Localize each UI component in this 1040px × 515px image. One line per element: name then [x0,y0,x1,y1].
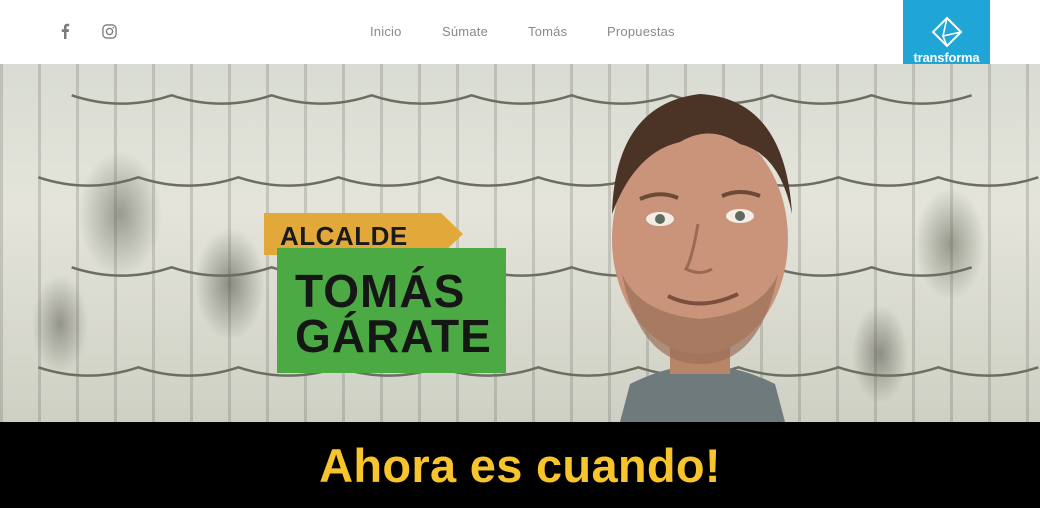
facebook-link[interactable] [57,23,73,39]
nav-propuestas[interactable]: Propuestas [607,24,675,39]
hero-image: ALCALDE TOMÁS GÁRATE [0,64,1040,422]
logo-text: transforma [913,50,980,65]
shingle-texture [37,176,1039,187]
slogan-text: Ahora es cuando! [319,439,721,492]
nav-tomas[interactable]: Tomás [528,24,567,39]
shingle-texture [71,94,973,105]
nav-sumate[interactable]: Súmate [442,24,488,39]
candidate-last-name: GÁRATE [295,310,492,362]
candidate-first-name: TOMÁS [295,265,466,317]
candidate-name-badge: TOMÁS GÁRATE [277,248,506,373]
diamond-outline-icon [931,16,963,48]
shingle-texture [71,266,973,277]
slogan-banner: Ahora es cuando! [0,422,1040,508]
site-header: Inicio Súmate Tomás Propuestas transform… [0,0,1040,90]
nav-inicio[interactable]: Inicio [370,24,402,39]
instagram-icon [101,23,117,39]
facebook-icon [61,23,70,39]
instagram-link[interactable] [101,23,117,39]
shingle-texture [37,366,1039,377]
candidate-portrait [612,94,792,422]
